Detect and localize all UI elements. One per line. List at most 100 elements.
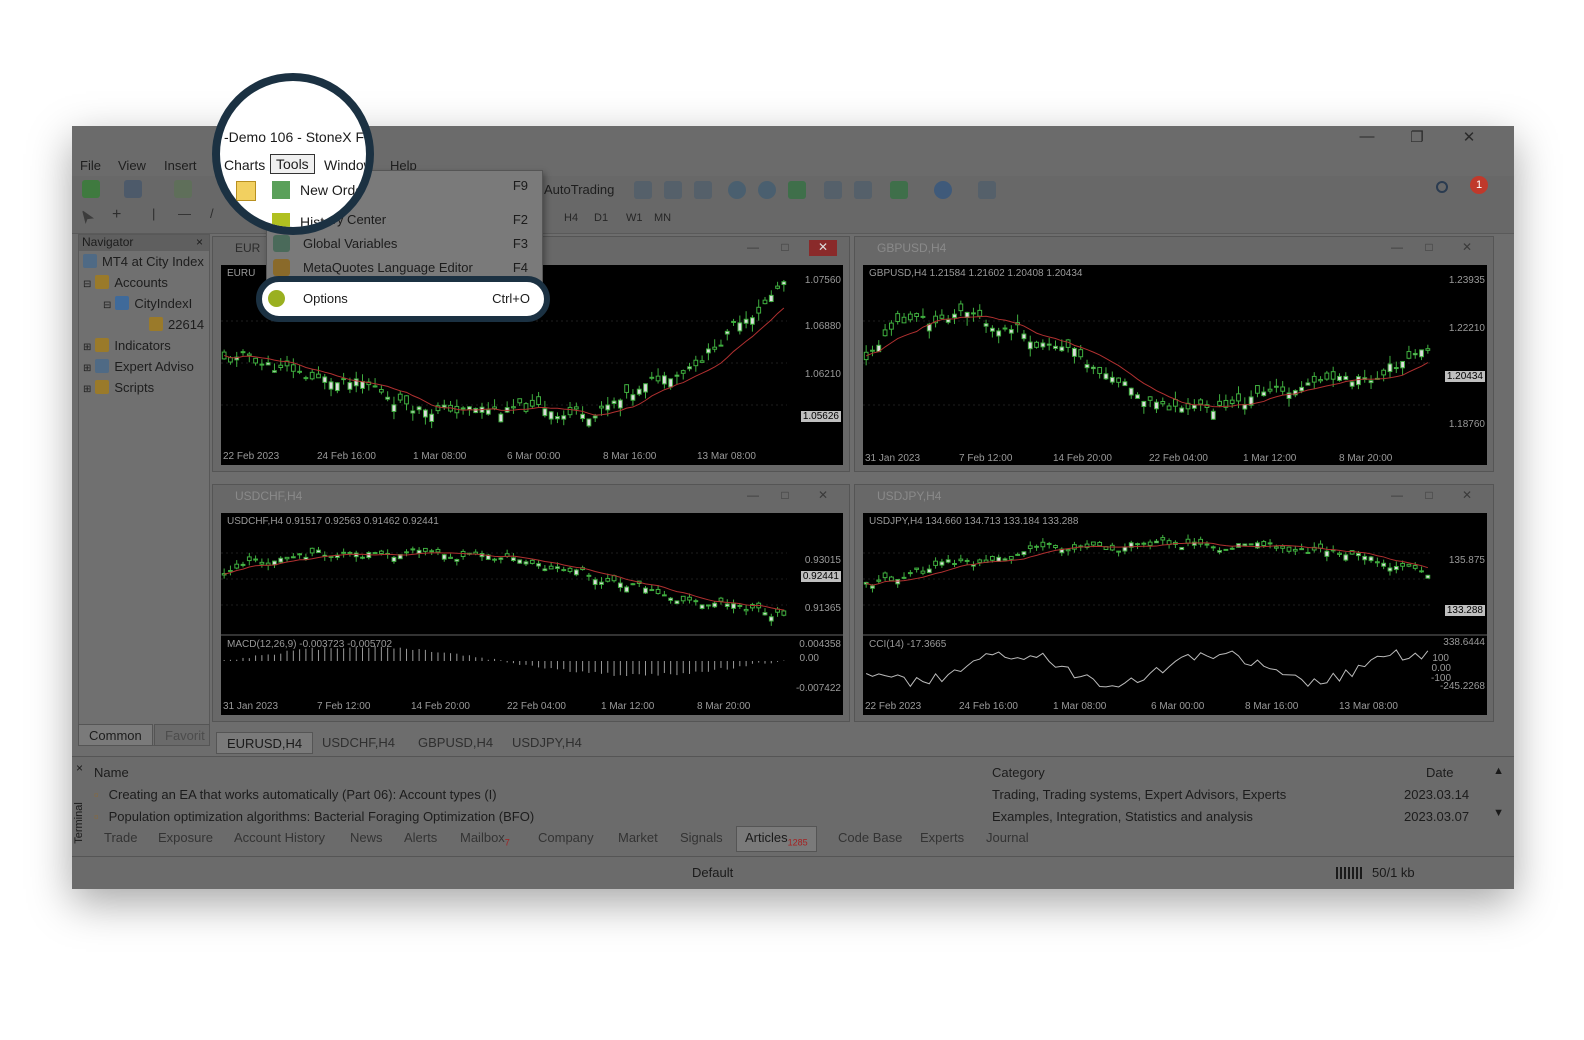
tab-usdchf[interactable]: USDCHF,H4 [312, 732, 405, 754]
tab-mailbox[interactable]: Mailbox7 [460, 830, 510, 848]
close-icon[interactable]: × [76, 761, 83, 775]
expand-icon[interactable]: ⊞ [83, 342, 91, 353]
chart-close-button[interactable]: ✕ [1453, 488, 1481, 504]
candle-body [290, 364, 296, 372]
minimize-button[interactable]: — [1352, 128, 1382, 145]
chart-minimize-button[interactable]: — [739, 488, 767, 504]
periods-icon[interactable] [934, 181, 952, 199]
candle-body [1154, 401, 1159, 410]
tab-account-history[interactable]: Account History [234, 830, 325, 845]
table-row[interactable]: ▫ Creating an EA that works automatically… [94, 787, 497, 802]
templates-icon[interactable] [978, 181, 996, 199]
notification-badge[interactable]: 1 [1470, 176, 1488, 194]
chart-close-button[interactable]: ✕ [809, 240, 837, 256]
zoom-out-icon[interactable] [758, 181, 776, 199]
market-watch-icon[interactable] [174, 180, 192, 198]
tab-favorites[interactable]: Favorit [154, 724, 210, 746]
timeframe-d1[interactable]: D1 [594, 212, 608, 224]
new-chart-icon[interactable] [82, 180, 100, 198]
menu-item-options[interactable]: Options Ctrl+O [256, 276, 550, 322]
trendline-icon[interactable]: / [210, 206, 214, 221]
profiles-icon[interactable] [124, 180, 142, 198]
tab-eurusd[interactable]: EURUSD,H4 [216, 732, 314, 754]
chart-area[interactable]: USDJPY,H4 134.660 134.713 133.184 133.28… [863, 513, 1487, 715]
candle-body [253, 357, 258, 364]
scroll-down-icon[interactable]: ▼ [1493, 807, 1504, 819]
expand-icon[interactable]: ⊟ [83, 279, 91, 290]
candle-body [674, 374, 680, 377]
tab-usdjpy[interactable]: USDJPY,H4 [502, 732, 592, 754]
chart-minimize-button[interactable]: — [1383, 488, 1411, 504]
tab-journal[interactable]: Journal [986, 830, 1029, 845]
chart-maximize-button[interactable]: □ [1415, 488, 1443, 504]
timeframe-h4[interactable]: H4 [564, 212, 578, 224]
bar-chart-icon[interactable] [634, 181, 652, 199]
chart-area[interactable]: GBPUSD,H4 1.21584 1.21602 1.20408 1.2043… [863, 265, 1487, 465]
chart-maximize-button[interactable]: □ [771, 488, 799, 504]
zoom-in-icon[interactable] [728, 181, 746, 199]
chart-close-button[interactable]: ✕ [1453, 240, 1481, 256]
tab-common[interactable]: Common [78, 724, 153, 746]
nav-item-accounts[interactable]: ⊟ Accounts [83, 275, 168, 290]
chart-area[interactable]: USDCHF,H4 0.91517 0.92563 0.91462 0.9244… [221, 513, 843, 715]
table-row[interactable]: ▫ Population optimization algorithms: Bac… [94, 809, 534, 824]
tab-trade[interactable]: Trade [104, 830, 137, 845]
tab-gbpusd[interactable]: GBPUSD,H4 [408, 732, 503, 754]
tab-code-base[interactable]: Code Base [838, 830, 902, 845]
tab-market[interactable]: Market [618, 830, 658, 845]
chart-window-usdchf[interactable]: USDCHF,H4 — □ ✕ USDCHF,H4 0.91517 0.9256… [212, 484, 850, 722]
candle-body [1305, 382, 1311, 386]
menu-item-global-variables[interactable]: Global Variables F3 [267, 231, 542, 255]
horizontal-line-icon[interactable]: — [178, 206, 191, 221]
timeframe-mn[interactable]: MN [654, 212, 671, 224]
close-icon[interactable]: × [196, 235, 203, 249]
menu-insert[interactable]: Insert [164, 158, 197, 173]
column-category[interactable]: Category [992, 765, 1045, 780]
tab-news[interactable]: News [350, 830, 383, 845]
accounts-icon [95, 275, 110, 289]
expand-icon[interactable]: ⊟ [103, 300, 111, 311]
tab-articles[interactable]: Articles1285 [736, 826, 817, 852]
tile-windows-icon[interactable] [788, 181, 806, 199]
nav-item-expert-advisors[interactable]: ⊞ Expert Adviso [83, 359, 194, 374]
candle-body [1084, 364, 1090, 369]
vertical-line-icon[interactable]: | [152, 206, 155, 221]
chart-minimize-button[interactable]: — [1383, 240, 1411, 256]
indicators-icon[interactable] [890, 181, 908, 199]
nav-item-server[interactable]: ⊟ CityIndexI [103, 296, 192, 311]
chart-close-button[interactable]: ✕ [809, 488, 837, 504]
tab-exposure[interactable]: Exposure [158, 830, 213, 845]
tab-signals[interactable]: Signals [680, 830, 723, 845]
crosshair-icon[interactable]: + [112, 206, 121, 224]
cursor-icon[interactable] [82, 210, 94, 224]
restore-button[interactable]: ❐ [1402, 128, 1432, 146]
menu-file[interactable]: File [80, 158, 101, 173]
timeframe-w1[interactable]: W1 [626, 212, 643, 224]
chart-maximize-button[interactable]: □ [1415, 240, 1443, 256]
column-name[interactable]: Name [94, 765, 129, 780]
nav-item-indicators[interactable]: ⊞ Indicators [83, 338, 171, 353]
nav-item-account[interactable]: 22614 [149, 317, 204, 332]
chart-window-gbpusd[interactable]: GBPUSD,H4 — □ ✕ GBPUSD,H4 1.21584 1.2160… [854, 236, 1494, 472]
nav-item-platform[interactable]: MT4 at City Index [83, 254, 204, 269]
autoscroll-icon[interactable] [824, 181, 842, 199]
column-date[interactable]: Date [1426, 765, 1453, 780]
autotrading-button[interactable]: AutoTrading [544, 182, 614, 197]
menu-view[interactable]: View [118, 158, 146, 173]
tab-alerts[interactable]: Alerts [404, 830, 437, 845]
tab-company[interactable]: Company [538, 830, 594, 845]
chart-window-usdjpy[interactable]: USDJPY,H4 — □ ✕ USDJPY,H4 134.660 134.71… [854, 484, 1494, 722]
nav-item-scripts[interactable]: ⊞ Scripts [83, 380, 154, 395]
candlestick-icon[interactable] [664, 181, 682, 199]
expand-icon[interactable]: ⊞ [83, 363, 91, 374]
close-button[interactable]: ✕ [1454, 128, 1484, 146]
chart-minimize-button[interactable]: — [739, 240, 767, 256]
line-chart-icon[interactable] [694, 181, 712, 199]
search-icon[interactable] [1436, 181, 1448, 193]
tab-experts[interactable]: Experts [920, 830, 964, 845]
scroll-up-icon[interactable]: ▲ [1493, 765, 1504, 777]
expand-icon[interactable]: ⊞ [83, 384, 91, 395]
candle-body [1198, 538, 1204, 545]
chart-shift-icon[interactable] [854, 181, 872, 199]
chart-maximize-button[interactable]: □ [771, 240, 799, 256]
